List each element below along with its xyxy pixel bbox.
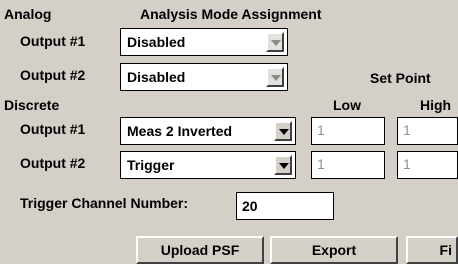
upload-psf-button[interactable]: Upload PSF (136, 236, 264, 264)
discrete-output-1-low-value: 1 (317, 122, 325, 138)
analysis-mode-header: Analysis Mode Assignment (140, 6, 322, 22)
trigger-channel-label: Trigger Channel Number: (20, 195, 189, 211)
chevron-down-icon[interactable] (274, 121, 292, 141)
discrete-output-2-label: Output #2 (20, 155, 86, 171)
discrete-output-1-select[interactable]: Meas 2 Inverted (120, 117, 296, 145)
chevron-down-icon[interactable] (266, 67, 284, 87)
analog-output-1-select[interactable]: Disabled (120, 28, 288, 56)
analog-output-2-value: Disabled (127, 69, 186, 85)
high-header: High (420, 97, 452, 113)
low-header: Low (333, 97, 361, 113)
analog-output-2-select[interactable]: Disabled (120, 63, 288, 91)
discrete-output-1-value: Meas 2 Inverted (127, 123, 233, 139)
analog-output-2-label: Output #2 (20, 67, 86, 83)
analog-output-1-label: Output #1 (20, 33, 86, 49)
third-button[interactable]: Fi (406, 236, 458, 264)
analog-output-1-value: Disabled (127, 34, 186, 50)
set-point-header: Set Point (370, 70, 431, 86)
discrete-output-2-high-input[interactable]: 1 (397, 151, 458, 179)
discrete-output-1-high-value: 1 (403, 122, 411, 138)
discrete-output-2-low-value: 1 (317, 156, 325, 172)
trigger-channel-value: 20 (242, 198, 258, 214)
discrete-output-2-low-input[interactable]: 1 (311, 151, 385, 179)
chevron-down-icon[interactable] (274, 155, 292, 175)
analog-header: Analog (4, 6, 52, 22)
discrete-output-2-select[interactable]: Trigger (120, 151, 296, 179)
trigger-channel-input[interactable]: 20 (236, 192, 334, 220)
discrete-output-2-value: Trigger (127, 157, 175, 173)
discrete-output-1-high-input[interactable]: 1 (397, 117, 458, 145)
chevron-down-icon[interactable] (266, 32, 284, 52)
discrete-output-1-low-input[interactable]: 1 (311, 117, 385, 145)
export-button[interactable]: Export (270, 236, 398, 264)
discrete-output-1-label: Output #1 (20, 121, 86, 137)
discrete-output-2-high-value: 1 (403, 156, 411, 172)
discrete-header: Discrete (4, 97, 60, 113)
